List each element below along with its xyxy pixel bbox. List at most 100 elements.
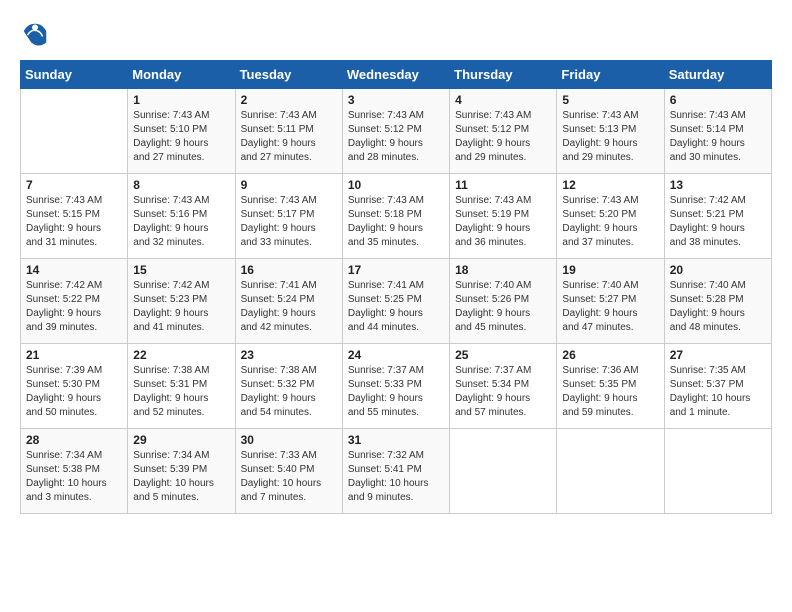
header-cell-tuesday: Tuesday — [235, 61, 342, 89]
day-cell: 19 Sunrise: 7:40 AM Sunset: 5:27 PM Dayli… — [557, 259, 664, 344]
header-cell-thursday: Thursday — [450, 61, 557, 89]
day-info: Sunrise: 7:43 AM Sunset: 5:12 PM Dayligh… — [348, 109, 444, 165]
day-cell: 6Sunrise: 7:43 AM Sunset: 5:14 PM Daylig… — [664, 89, 771, 174]
day-cell: 16 Sunrise: 7:41 AM Sunset: 5:24 PM Dayli… — [235, 259, 342, 344]
day-info: Sunrise: 7:43 AM Sunset: 5:12 PM Dayligh… — [455, 109, 551, 165]
day-number: 22 — [133, 348, 229, 362]
day-cell: 27 Sunrise: 7:35 AM Sunset: 5:37 PM Dayli… — [664, 344, 771, 429]
day-info: Sunrise: 7:38 AM Sunset: 5:32 PM Dayligh… — [241, 364, 337, 420]
day-number: 19 — [562, 263, 658, 277]
day-info: Sunrise: 7:37 AM Sunset: 5:34 PM Dayligh… — [455, 364, 551, 420]
day-cell: 26Sunrise: 7:36 AM Sunset: 5:35 PM Dayli… — [557, 344, 664, 429]
calendar-header: SundayMondayTuesdayWednesdayThursdayFrid… — [21, 61, 772, 89]
day-cell: 23Sunrise: 7:38 AM Sunset: 5:32 PM Dayli… — [235, 344, 342, 429]
day-cell: 21 Sunrise: 7:39 AM Sunset: 5:30 PM Dayli… — [21, 344, 128, 429]
week-row-1: 1 Sunrise: 7:43 AM Sunset: 5:10 PM Daylig… — [21, 89, 772, 174]
day-number: 5 — [562, 93, 658, 107]
day-cell: 31 Sunrise: 7:32 AM Sunset: 5:41 PM Dayli… — [342, 429, 449, 514]
day-info: Sunrise: 7:35 AM Sunset: 5:37 PM Dayligh… — [670, 364, 766, 420]
day-info: Sunrise: 7:41 AM Sunset: 5:24 PM Dayligh… — [241, 279, 337, 335]
day-info: Sunrise: 7:43 AM Sunset: 5:10 PM Dayligh… — [133, 109, 229, 165]
day-number: 4 — [455, 93, 551, 107]
day-cell: 2 Sunrise: 7:43 AM Sunset: 5:11 PM Daylig… — [235, 89, 342, 174]
day-info: Sunrise: 7:43 AM Sunset: 5:20 PM Dayligh… — [562, 194, 658, 250]
day-info: Sunrise: 7:40 AM Sunset: 5:27 PM Dayligh… — [562, 279, 658, 335]
day-number: 13 — [670, 178, 766, 192]
day-info: Sunrise: 7:43 AM Sunset: 5:14 PM Dayligh… — [670, 109, 766, 165]
header-cell-friday: Friday — [557, 61, 664, 89]
day-number: 7 — [26, 178, 122, 192]
day-cell: 12Sunrise: 7:43 AM Sunset: 5:20 PM Dayli… — [557, 174, 664, 259]
day-info: Sunrise: 7:37 AM Sunset: 5:33 PM Dayligh… — [348, 364, 444, 420]
day-info: Sunrise: 7:43 AM Sunset: 5:13 PM Dayligh… — [562, 109, 658, 165]
day-number: 30 — [241, 433, 337, 447]
day-info: Sunrise: 7:43 AM Sunset: 5:11 PM Dayligh… — [241, 109, 337, 165]
day-number: 31 — [348, 433, 444, 447]
day-info: Sunrise: 7:43 AM Sunset: 5:18 PM Dayligh… — [348, 194, 444, 250]
calendar-table: SundayMondayTuesdayWednesdayThursdayFrid… — [20, 60, 772, 514]
day-number: 9 — [241, 178, 337, 192]
week-row-5: 28 Sunrise: 7:34 AM Sunset: 5:38 PM Dayli… — [21, 429, 772, 514]
day-info: Sunrise: 7:40 AM Sunset: 5:28 PM Dayligh… — [670, 279, 766, 335]
day-info: Sunrise: 7:38 AM Sunset: 5:31 PM Dayligh… — [133, 364, 229, 420]
day-cell: 10 Sunrise: 7:43 AM Sunset: 5:18 PM Dayli… — [342, 174, 449, 259]
day-info: Sunrise: 7:43 AM Sunset: 5:16 PM Dayligh… — [133, 194, 229, 250]
day-info: Sunrise: 7:33 AM Sunset: 5:40 PM Dayligh… — [241, 449, 337, 505]
header-cell-sunday: Sunday — [21, 61, 128, 89]
day-number: 18 — [455, 263, 551, 277]
day-number: 21 — [26, 348, 122, 362]
day-number: 17 — [348, 263, 444, 277]
day-cell — [21, 89, 128, 174]
day-cell: 30 Sunrise: 7:33 AM Sunset: 5:40 PM Dayli… — [235, 429, 342, 514]
day-number: 28 — [26, 433, 122, 447]
day-cell: 1 Sunrise: 7:43 AM Sunset: 5:10 PM Daylig… — [128, 89, 235, 174]
day-number: 1 — [133, 93, 229, 107]
day-info: Sunrise: 7:42 AM Sunset: 5:23 PM Dayligh… — [133, 279, 229, 335]
day-cell — [557, 429, 664, 514]
day-number: 11 — [455, 178, 551, 192]
day-info: Sunrise: 7:34 AM Sunset: 5:38 PM Dayligh… — [26, 449, 122, 505]
day-cell: 20 Sunrise: 7:40 AM Sunset: 5:28 PM Dayli… — [664, 259, 771, 344]
header-row: SundayMondayTuesdayWednesdayThursdayFrid… — [21, 61, 772, 89]
day-cell: 4 Sunrise: 7:43 AM Sunset: 5:12 PM Daylig… — [450, 89, 557, 174]
day-number: 29 — [133, 433, 229, 447]
day-number: 24 — [348, 348, 444, 362]
logo — [20, 20, 54, 50]
header-cell-wednesday: Wednesday — [342, 61, 449, 89]
day-cell: 7Sunrise: 7:43 AM Sunset: 5:15 PM Daylig… — [21, 174, 128, 259]
day-info: Sunrise: 7:34 AM Sunset: 5:39 PM Dayligh… — [133, 449, 229, 505]
day-cell: 24 Sunrise: 7:37 AM Sunset: 5:33 PM Dayli… — [342, 344, 449, 429]
day-cell: 15 Sunrise: 7:42 AM Sunset: 5:23 PM Dayli… — [128, 259, 235, 344]
day-info: Sunrise: 7:42 AM Sunset: 5:21 PM Dayligh… — [670, 194, 766, 250]
day-number: 8 — [133, 178, 229, 192]
day-info: Sunrise: 7:43 AM Sunset: 5:19 PM Dayligh… — [455, 194, 551, 250]
day-cell: 17 Sunrise: 7:41 AM Sunset: 5:25 PM Dayli… — [342, 259, 449, 344]
day-info: Sunrise: 7:39 AM Sunset: 5:30 PM Dayligh… — [26, 364, 122, 420]
day-number: 27 — [670, 348, 766, 362]
header-cell-monday: Monday — [128, 61, 235, 89]
day-number: 20 — [670, 263, 766, 277]
day-cell: 25Sunrise: 7:37 AM Sunset: 5:34 PM Dayli… — [450, 344, 557, 429]
day-number: 10 — [348, 178, 444, 192]
day-cell: 18 Sunrise: 7:40 AM Sunset: 5:26 PM Dayli… — [450, 259, 557, 344]
logo-icon — [20, 20, 50, 50]
week-row-2: 7Sunrise: 7:43 AM Sunset: 5:15 PM Daylig… — [21, 174, 772, 259]
day-cell: 28 Sunrise: 7:34 AM Sunset: 5:38 PM Dayli… — [21, 429, 128, 514]
day-info: Sunrise: 7:40 AM Sunset: 5:26 PM Dayligh… — [455, 279, 551, 335]
day-cell: 13 Sunrise: 7:42 AM Sunset: 5:21 PM Dayli… — [664, 174, 771, 259]
day-number: 2 — [241, 93, 337, 107]
day-cell: 14Sunrise: 7:42 AM Sunset: 5:22 PM Dayli… — [21, 259, 128, 344]
day-info: Sunrise: 7:43 AM Sunset: 5:17 PM Dayligh… — [241, 194, 337, 250]
calendar-body: 1 Sunrise: 7:43 AM Sunset: 5:10 PM Daylig… — [21, 89, 772, 514]
day-info: Sunrise: 7:32 AM Sunset: 5:41 PM Dayligh… — [348, 449, 444, 505]
week-row-4: 21 Sunrise: 7:39 AM Sunset: 5:30 PM Dayli… — [21, 344, 772, 429]
day-cell: 29 Sunrise: 7:34 AM Sunset: 5:39 PM Dayli… — [128, 429, 235, 514]
day-cell — [664, 429, 771, 514]
day-number: 16 — [241, 263, 337, 277]
day-cell: 3Sunrise: 7:43 AM Sunset: 5:12 PM Daylig… — [342, 89, 449, 174]
day-cell: 5 Sunrise: 7:43 AM Sunset: 5:13 PM Daylig… — [557, 89, 664, 174]
day-number: 15 — [133, 263, 229, 277]
day-cell: 8 Sunrise: 7:43 AM Sunset: 5:16 PM Daylig… — [128, 174, 235, 259]
day-cell — [450, 429, 557, 514]
day-info: Sunrise: 7:41 AM Sunset: 5:25 PM Dayligh… — [348, 279, 444, 335]
